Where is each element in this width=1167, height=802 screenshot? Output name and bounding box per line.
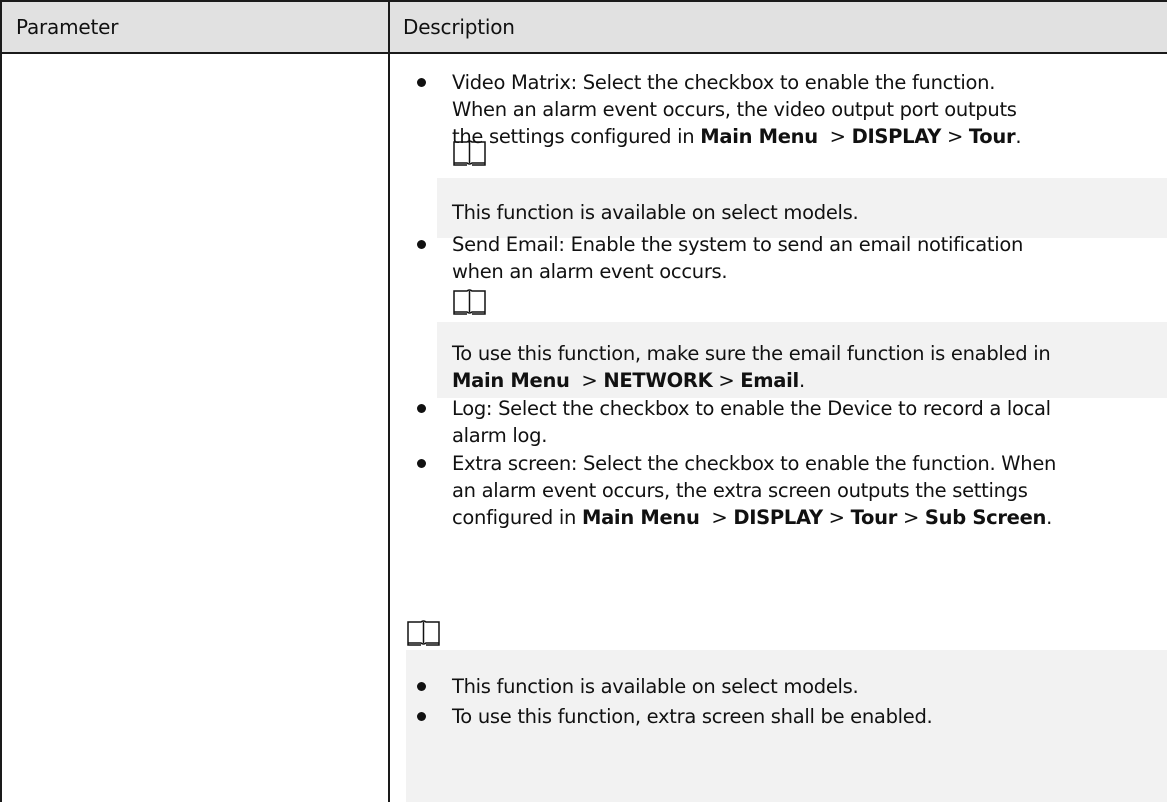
description-cell: Video Matrix: Select the checkbox to ena… [391, 54, 1167, 802]
parameter-cell [3, 54, 387, 802]
extra-screen-line-3: configured in Main Menu > DISPLAY > Tour… [452, 506, 1053, 529]
header-description: Description [403, 15, 515, 39]
menu-path-display: DISPLAY [851, 125, 942, 148]
extra-screen-line-2: an alarm event occurs, the extra screen … [452, 479, 1028, 502]
menu-path-network: NETWORK [603, 369, 713, 392]
video-matrix-note: This function is available on select mod… [452, 201, 859, 224]
menu-path-display: DISPLAY [733, 506, 823, 529]
column-divider [388, 0, 390, 802]
video-matrix-line-2: When an alarm event occurs, the video ou… [452, 98, 1017, 121]
menu-path-sub-screen: Sub Screen [924, 506, 1047, 529]
menu-path-tour: Tour [968, 125, 1016, 148]
header-parameter: Parameter [16, 15, 119, 39]
log-line-1: Log: Select the checkbox to enable the D… [452, 397, 1051, 420]
menu-path-tour: Tour [850, 506, 898, 529]
log-line-2: alarm log. [452, 424, 548, 447]
final-note-1: This function is available on select mod… [452, 675, 859, 698]
bullet-dot-icon [417, 78, 426, 87]
video-matrix-line-1: Video Matrix: Select the checkbox to ena… [452, 71, 996, 94]
menu-path-main-menu: Main Menu [700, 125, 818, 148]
menu-path-email: Email [740, 369, 799, 392]
bullet-dot-icon [417, 682, 426, 691]
table-header-row: Parameter Description [0, 0, 1167, 52]
note-book-icon [406, 618, 441, 646]
final-note-2: To use this function, extra screen shall… [452, 705, 933, 728]
bullet-dot-icon [417, 459, 426, 468]
note-book-icon [452, 138, 487, 166]
send-email-note-line-2: Main Menu > NETWORK > Email. [452, 369, 805, 392]
extra-screen-line-1: Extra screen: Select the checkbox to ena… [452, 452, 1057, 475]
parameter-table: Parameter Description Video Matrix: Sele… [0, 0, 1167, 802]
send-email-note-line-1: To use this function, make sure the emai… [452, 342, 1051, 365]
menu-path-main-menu: Main Menu [452, 369, 570, 392]
send-email-line-2: when an alarm event occurs. [452, 260, 728, 283]
bullet-dot-icon [417, 404, 426, 413]
note-book-icon [452, 287, 487, 315]
table-top-border [0, 0, 1167, 2]
bullet-dot-icon [417, 240, 426, 249]
video-matrix-line-3: the settings configured in Main Menu > D… [452, 125, 1022, 148]
send-email-line-1: Send Email: Enable the system to send an… [452, 233, 1024, 256]
menu-path-main-menu: Main Menu [581, 506, 700, 529]
table-left-border [0, 0, 2, 802]
bullet-dot-icon [417, 712, 426, 721]
